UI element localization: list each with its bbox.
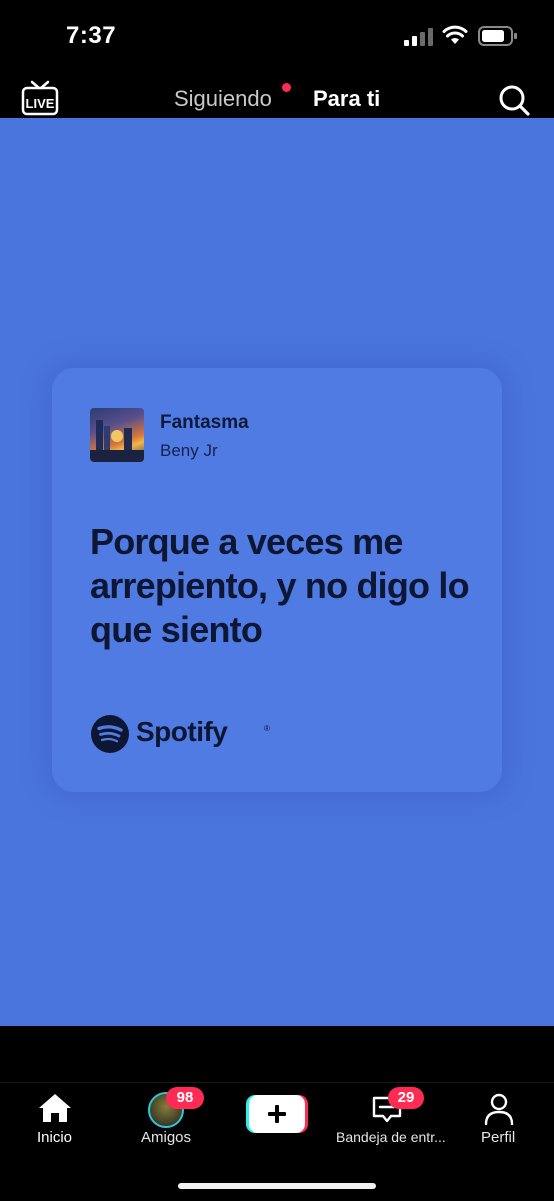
- song-artist: Beny Jr: [160, 441, 218, 460]
- battery-icon: [478, 26, 517, 46]
- plus-icon[interactable]: [246, 1095, 308, 1133]
- video-player[interactable]: Fantasma Beny Jr Porque a veces me arrep…: [0, 118, 554, 1026]
- registered-mark: ®: [264, 724, 270, 733]
- live-label: LIVE: [26, 96, 55, 111]
- top-nav: LIVE Siguiendo Para ti: [0, 72, 554, 127]
- song-title: Fantasma: [160, 412, 249, 433]
- home-icon[interactable]: [38, 1093, 72, 1123]
- home-indicator: [178, 1183, 376, 1189]
- wifi-icon: [442, 25, 468, 44]
- tab-following[interactable]: Siguiendo: [174, 86, 272, 112]
- nav-label-friends[interactable]: Amigos: [141, 1129, 191, 1146]
- status-time: 7:37: [66, 22, 117, 49]
- nav-label-home[interactable]: Inicio: [37, 1129, 72, 1146]
- lyrics-text: Porque a veces me arrepiento, y no digo …: [90, 521, 470, 650]
- spotify-wordmark: Spotify: [136, 716, 228, 747]
- live-tv-icon[interactable]: LIVE: [20, 80, 60, 116]
- album-art-image: [90, 420, 144, 462]
- lyric-card: Fantasma Beny Jr Porque a veces me arrep…: [52, 368, 502, 792]
- nav-label-inbox[interactable]: Bandeja de entr...: [336, 1129, 446, 1145]
- spotify-icon: [91, 715, 129, 753]
- notification-dot: [282, 83, 291, 92]
- album-art: [90, 408, 144, 462]
- status-bar: 7:37: [0, 0, 554, 72]
- inbox-badge: 29: [388, 1087, 424, 1109]
- friends-badge: 98: [166, 1087, 204, 1109]
- search-icon[interactable]: [496, 82, 532, 118]
- nav-label-profile[interactable]: Perfil: [481, 1129, 515, 1146]
- bottom-nav: Inicio 98 Amigos 29 Bandeja de entr... P…: [0, 1082, 554, 1201]
- signal-icon: [404, 28, 433, 46]
- profile-icon[interactable]: [484, 1093, 514, 1125]
- tab-for-you[interactable]: Para ti: [313, 86, 380, 112]
